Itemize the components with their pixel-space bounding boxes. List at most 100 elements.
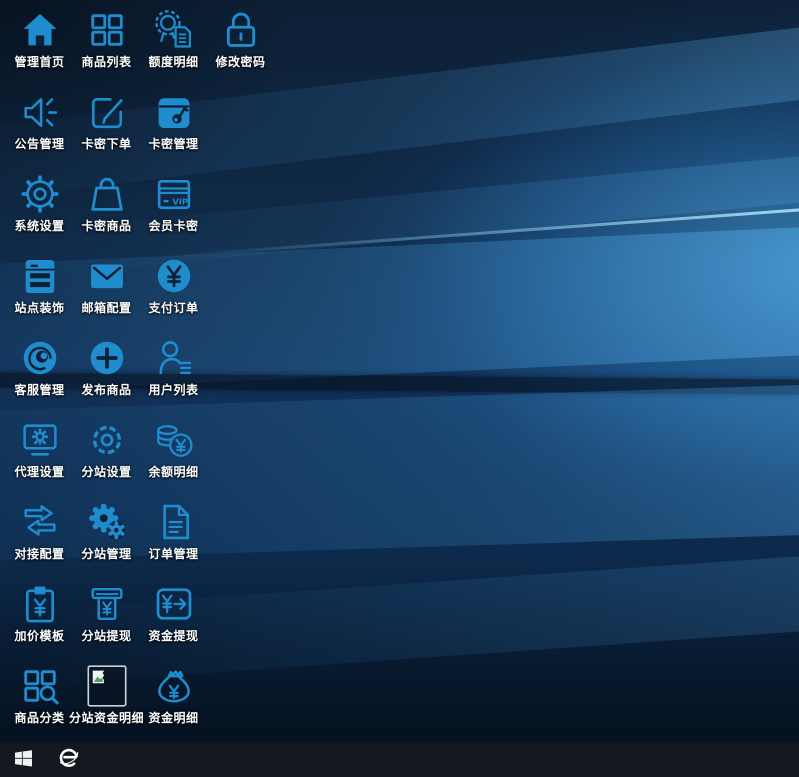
desktop-icon-row: 系统设置卡密商品 VIP 会员卡密 <box>6 169 274 251</box>
desktop-shortcut[interactable]: 分站管理 <box>73 497 140 579</box>
broken-image-icon <box>85 664 129 708</box>
desktop-shortcut[interactable]: 额度明细 <box>140 5 207 87</box>
document-icon <box>152 500 196 544</box>
desktop-shortcut-label: 分站资金明细 <box>69 709 144 726</box>
desktop-shortcut-label: 公告管理 <box>14 135 64 152</box>
desktop-shortcut-label: 修改密码 <box>215 53 265 70</box>
desktop-shortcut-label: 发布商品 <box>81 381 131 398</box>
desktop-shortcut-label: 卡密下单 <box>81 135 131 152</box>
vip-card-icon: VIP <box>152 172 196 216</box>
desktop-shortcut-label: 会员卡密 <box>148 217 198 234</box>
desktop-shortcut-label: 分站设置 <box>81 463 131 480</box>
desktop-shortcut-label: 额度明细 <box>148 53 198 70</box>
lock-icon <box>219 8 263 52</box>
desktop-shortcut-label: 加价模板 <box>14 627 64 644</box>
site-panel-icon <box>18 254 62 298</box>
desktop-shortcut-label: 卡密商品 <box>81 217 131 234</box>
desktop-shortcut[interactable]: 对接配置 <box>6 497 73 579</box>
desktop-icon-row: 代理设置分站设置余额明细 <box>6 415 274 497</box>
badge-document-icon <box>152 8 196 52</box>
headset-icon <box>18 336 62 380</box>
desktop-icon-row: 商品分类分站资金明细资金明细 <box>6 661 274 742</box>
withdraw-icon <box>85 582 129 626</box>
desktop-shortcut-label: 邮箱配置 <box>81 299 131 316</box>
desktop-shortcut[interactable]: 卡密下单 <box>73 87 140 169</box>
megaphone-icon <box>18 90 62 134</box>
internet-explorer-button[interactable] <box>46 742 92 777</box>
desktop-icon-row: 客服管理发布商品用户列表 <box>6 333 274 415</box>
desktop-shortcut[interactable]: 资金提现 <box>140 579 207 661</box>
double-gear-icon <box>85 500 129 544</box>
ie-icon <box>58 747 80 772</box>
desktop-shortcut-label: 客服管理 <box>14 381 64 398</box>
desktop-icon-row: 加价模板分站提现资金提现 <box>6 579 274 661</box>
desktop-shortcut-label: 商品分类 <box>14 709 64 726</box>
coins-yen-icon <box>152 418 196 462</box>
desktop-shortcut-label: 代理设置 <box>14 463 64 480</box>
desktop-icon-row: 公告管理卡密下单卡密管理 <box>6 87 274 169</box>
home-icon <box>18 8 62 52</box>
desktop-shortcut[interactable]: 商品分类 <box>6 661 73 742</box>
desktop-icon-row: 管理首页商品列表额度明细修改密码 <box>6 5 274 87</box>
desktop-icon-grid: 管理首页商品列表额度明细修改密码公告管理卡密下单卡密管理系统设置卡密商品VIP会… <box>6 5 274 742</box>
gear-icon <box>18 172 62 216</box>
desktop-shortcut[interactable]: 系统设置 <box>6 169 73 251</box>
desktop-shortcut[interactable]: 余额明细 <box>140 415 207 497</box>
desktop-shortcut[interactable]: 公告管理 <box>6 87 73 169</box>
desktop-shortcut-label: 系统设置 <box>14 217 64 234</box>
yen-arrow-icon <box>152 582 196 626</box>
desktop-shortcut-label: 站点装饰 <box>14 299 64 316</box>
desktop-shortcut-label: 用户列表 <box>148 381 198 398</box>
desktop-shortcut-label: 分站提现 <box>81 627 131 644</box>
desktop-shortcut-label: 管理首页 <box>14 53 64 70</box>
desktop-shortcut[interactable]: VIP 会员卡密 <box>140 169 207 251</box>
desktop-shortcut[interactable]: 代理设置 <box>6 415 73 497</box>
plus-circle-icon <box>85 336 129 380</box>
start-button[interactable] <box>0 742 46 777</box>
grid-icon <box>85 8 129 52</box>
desktop-shortcut[interactable]: 管理首页 <box>6 5 73 87</box>
desktop-shortcut[interactable]: 卡密管理 <box>140 87 207 169</box>
desktop-shortcut[interactable]: 资金明细 <box>140 661 207 742</box>
desktop-shortcut[interactable]: 商品列表 <box>73 5 140 87</box>
desktop-shortcut-label: 卡密管理 <box>148 135 198 152</box>
desktop-icon-row: 站点装饰邮箱配置支付订单 <box>6 251 274 333</box>
desktop-shortcut-label: 余额明细 <box>148 463 198 480</box>
desktop-shortcut[interactable]: 分站资金明细 <box>73 661 140 742</box>
monitor-gear-icon <box>18 418 62 462</box>
desktop-shortcut[interactable]: 分站提现 <box>73 579 140 661</box>
desktop: 管理首页商品列表额度明细修改密码公告管理卡密下单卡密管理系统设置卡密商品VIP会… <box>0 0 799 742</box>
user-list-icon <box>152 336 196 380</box>
desktop-shortcut-label: 资金明细 <box>148 709 198 726</box>
key-box-icon <box>152 90 196 134</box>
desktop-shortcut-label: 资金提现 <box>148 627 198 644</box>
clipboard-yen-icon <box>18 582 62 626</box>
desktop-shortcut-label: 支付订单 <box>148 299 198 316</box>
envelope-icon <box>85 254 129 298</box>
desktop-shortcut[interactable]: 修改密码 <box>207 5 274 87</box>
desktop-shortcut[interactable]: 用户列表 <box>140 333 207 415</box>
money-bag-icon <box>152 664 196 708</box>
desktop-shortcut[interactable]: 分站设置 <box>73 415 140 497</box>
svg-text:VIP: VIP <box>172 197 188 207</box>
edit-icon <box>85 90 129 134</box>
desktop-shortcut-label: 对接配置 <box>14 545 64 562</box>
desktop-shortcut[interactable]: 站点装饰 <box>6 251 73 333</box>
desktop-icon-row: 对接配置分站管理订单管理 <box>6 497 274 579</box>
desktop-shortcut[interactable]: 发布商品 <box>73 333 140 415</box>
taskbar <box>0 742 799 777</box>
desktop-shortcut[interactable]: 支付订单 <box>140 251 207 333</box>
grid-search-icon <box>18 664 62 708</box>
desktop-shortcut-label: 订单管理 <box>148 545 198 562</box>
cog-icon <box>85 418 129 462</box>
desktop-shortcut[interactable]: 邮箱配置 <box>73 251 140 333</box>
desktop-shortcut[interactable]: 加价模板 <box>6 579 73 661</box>
desktop-shortcut[interactable]: 客服管理 <box>6 333 73 415</box>
swap-arrows-icon <box>18 500 62 544</box>
desktop-shortcut-label: 分站管理 <box>81 545 131 562</box>
desktop-shortcut[interactable]: 订单管理 <box>140 497 207 579</box>
yen-circle-icon <box>152 254 196 298</box>
shopping-bag-icon <box>85 172 129 216</box>
windows-logo-icon <box>15 750 32 770</box>
desktop-shortcut[interactable]: 卡密商品 <box>73 169 140 251</box>
